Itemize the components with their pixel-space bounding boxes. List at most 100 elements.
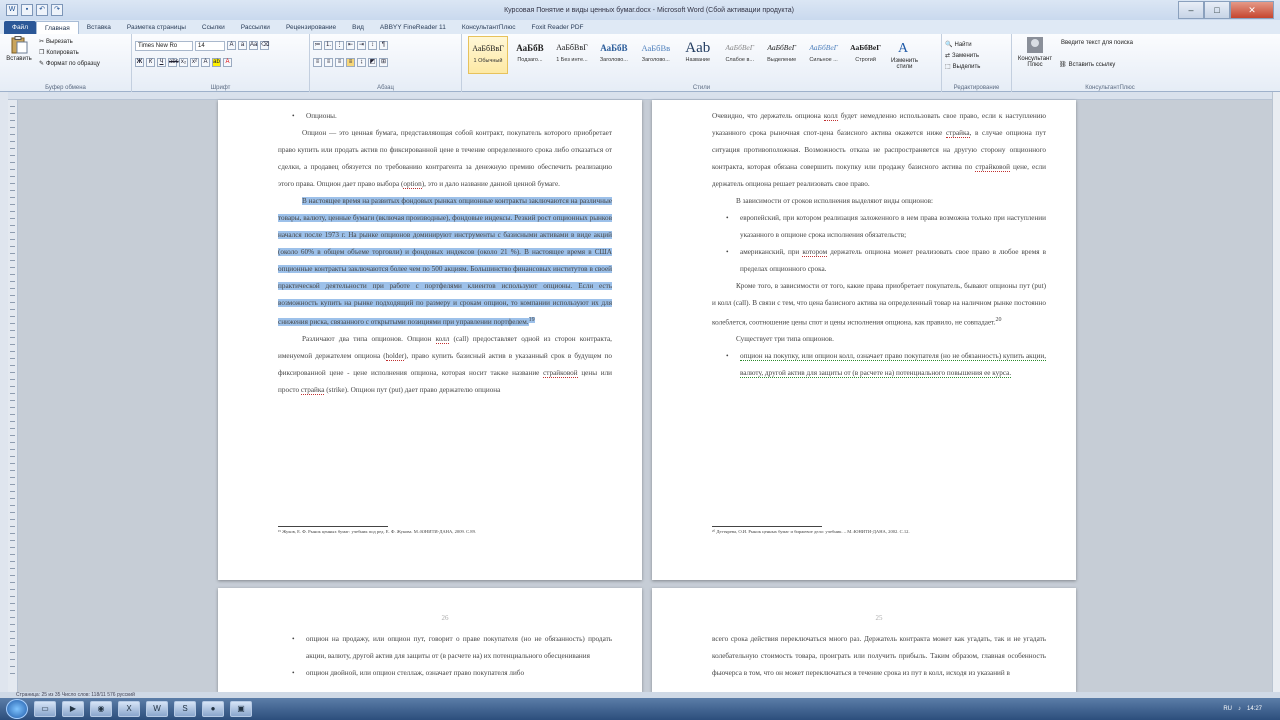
paragraph: В зависимости от сроков исполнения выдел… [736, 197, 933, 205]
vertical-ruler[interactable] [8, 100, 18, 692]
consultant-icon [1027, 37, 1043, 53]
clear-format-icon[interactable]: ⌫ [260, 41, 269, 50]
tab-consultant[interactable]: КонсультантПлюс [454, 21, 524, 34]
tab-review[interactable]: Рецензирование [278, 21, 344, 34]
skype-icon[interactable]: S [174, 701, 196, 717]
align-right-icon[interactable]: ≡ [335, 58, 344, 67]
increase-indent-icon[interactable]: ⇥ [357, 41, 366, 50]
align-center-icon[interactable]: ≡ [324, 58, 333, 67]
link-icon: ⛓ [1059, 62, 1067, 68]
tab-page-layout[interactable]: Разметка страницы [119, 21, 194, 34]
show-marks-icon[interactable]: ¶ [379, 41, 388, 50]
consultant-button[interactable]: Консультант Плюс [1015, 36, 1055, 70]
minimize-button[interactable]: – [1178, 1, 1204, 19]
replace-button[interactable]: ⇄ Заменить [945, 50, 1008, 61]
save-icon[interactable]: ▪ [21, 4, 33, 16]
tab-references[interactable]: Ссылки [194, 21, 233, 34]
decrease-indent-icon[interactable]: ⇤ [346, 41, 355, 50]
excel-icon[interactable]: X [118, 701, 140, 717]
borders-icon[interactable]: ⊞ [379, 58, 388, 67]
bullets-icon[interactable]: ≔ [313, 41, 322, 50]
paste-icon [11, 36, 28, 54]
change-styles-button[interactable]: A Изменить стили [888, 36, 922, 70]
cut-button[interactable]: ✂ Вырезать [39, 36, 100, 47]
app-icon[interactable]: ● [202, 701, 224, 717]
tab-abbyy[interactable]: ABBYY FineReader 11 [372, 21, 454, 34]
word-icon[interactable]: W [146, 701, 168, 717]
document-page[interactable]: Очевидно, что держатель опциона колл буд… [652, 100, 1076, 580]
align-left-icon[interactable]: ≡ [313, 58, 322, 67]
style-intense-emphasis[interactable]: АаБбВеГ Сильное ... [804, 36, 844, 74]
style-heading-2[interactable]: АаБбВв Заголово... [636, 36, 676, 74]
font-size-combo[interactable]: 14 [195, 40, 225, 51]
line-spacing-icon[interactable]: ↨ [357, 58, 366, 67]
language-indicator[interactable]: RU [1223, 706, 1232, 712]
font-name-combo[interactable]: Times New Ro [135, 40, 193, 51]
italic-icon[interactable]: К [146, 58, 155, 67]
select-icon: ⬚ [945, 64, 951, 70]
style-normal[interactable]: АаБбВвГ 1 Обычный [468, 36, 508, 74]
format-painter-button[interactable]: ✎ Формат по образцу [39, 58, 100, 69]
sort-icon[interactable]: ↕ [368, 41, 377, 50]
style-title[interactable]: Aab Название [678, 36, 718, 74]
tab-foxit[interactable]: Foxit Reader PDF [524, 21, 592, 34]
tab-mailings[interactable]: Рассылки [233, 21, 278, 34]
font-color-icon[interactable]: A [223, 58, 232, 67]
change-case-icon[interactable]: Aa [249, 41, 258, 50]
document-page[interactable]: 25 всего срока действия переключаться мн… [652, 588, 1076, 692]
media-player-icon[interactable]: ▶ [62, 701, 84, 717]
document-page[interactable]: 26 опцион на продажу, или опцион пут, го… [218, 588, 642, 692]
grow-font-icon[interactable]: A [227, 41, 236, 50]
tab-file[interactable]: Файл [4, 21, 36, 34]
volume-icon[interactable]: ♪ [1238, 706, 1241, 712]
strikethrough-icon[interactable]: abc [168, 58, 179, 67]
clock[interactable]: 14:27 [1247, 706, 1262, 712]
numbering-icon[interactable]: ⒈ [324, 41, 333, 50]
replace-icon: ⇄ [945, 53, 951, 59]
undo-icon[interactable]: ↶ [36, 4, 48, 16]
vertical-scrollbar[interactable] [1272, 92, 1280, 692]
page-number: 25 [875, 614, 883, 622]
tab-insert[interactable]: Вставка [79, 21, 119, 34]
style-subheading[interactable]: АаБбВ Подзаго... [510, 36, 550, 74]
group-label-styles: Стили [692, 85, 711, 91]
highlight-icon[interactable]: ab [212, 58, 221, 67]
style-emphasis[interactable]: АаБбВеГ Выделение [762, 36, 802, 74]
tab-view[interactable]: Вид [344, 21, 372, 34]
browser-icon[interactable]: ◉ [90, 701, 112, 717]
document-page[interactable]: Опционы. Опцион — это ценная бумага, пре… [218, 100, 642, 580]
style-strong[interactable]: АаБбВеГ Строгий [846, 36, 886, 74]
underline-icon[interactable]: Ч [157, 58, 166, 67]
style-heading-1[interactable]: АаБбВ Заголово... [594, 36, 634, 74]
bold-icon[interactable]: Ж [135, 58, 144, 67]
word-logo-icon[interactable]: W [6, 4, 18, 16]
justify-icon[interactable]: ≡ [346, 58, 355, 67]
superscript-icon[interactable]: x² [190, 58, 199, 67]
group-label-paragraph: Абзац [377, 85, 394, 91]
find-button[interactable]: 🔍 Найти [945, 39, 1008, 50]
shading-icon[interactable]: ◩ [368, 58, 377, 67]
list-item: опцион на продажу, или опцион пут, говор… [292, 631, 612, 665]
maximize-button[interactable]: □ [1204, 1, 1230, 19]
close-button[interactable]: ✕ [1230, 1, 1274, 19]
tab-home[interactable]: Главная [35, 21, 79, 34]
window-icon[interactable]: ▣ [230, 701, 252, 717]
style-no-spacing[interactable]: АаБбВвГ 1 Без инте... [552, 36, 592, 74]
horizontal-ruler[interactable] [0, 92, 1280, 100]
shrink-font-icon[interactable]: a [238, 41, 247, 50]
style-subtle-emphasis[interactable]: АаБбВеГ Слабое в... [720, 36, 760, 74]
copy-button[interactable]: ❐ Копировать [39, 47, 100, 58]
list-item: Опционы. [292, 108, 612, 125]
paste-button[interactable]: Вставить [3, 36, 35, 69]
select-button[interactable]: ⬚ Выделить [945, 61, 1008, 72]
multilevel-list-icon[interactable]: ⋮ [335, 41, 344, 50]
text-effects-icon[interactable]: A [201, 58, 210, 67]
consultant-search-input[interactable]: Введите текст для поиска [1059, 39, 1179, 49]
redo-icon[interactable]: ↷ [51, 4, 63, 16]
explorer-icon[interactable]: ▭ [34, 701, 56, 717]
insert-link-button[interactable]: ⛓ Вставить ссылку [1059, 59, 1179, 70]
start-button[interactable] [6, 699, 28, 719]
paragraph: Очевидно, что держатель опциона колл буд… [712, 112, 1046, 188]
subscript-icon[interactable]: x₂ [179, 58, 188, 67]
svg-text:A: A [898, 41, 909, 56]
